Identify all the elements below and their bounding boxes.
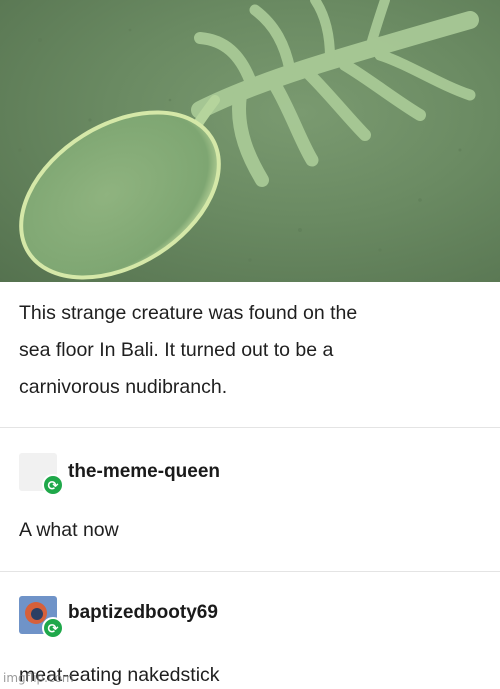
reblog-entry: ⟳ baptizedbooty69 meat-eating nakedstick: [0, 572, 500, 689]
reblog-username[interactable]: the-meme-queen: [68, 461, 220, 483]
reblog-icon: ⟳: [42, 617, 64, 639]
post-caption: This strange creature was found on the s…: [19, 295, 479, 406]
avatar-dark-circle-shape: [31, 608, 43, 620]
caption-line: sea floor In Bali. It turned out to be a: [19, 339, 334, 361]
reblog-comment: A what now: [19, 519, 119, 541]
reblog-username[interactable]: baptizedbooty69: [68, 602, 218, 624]
caption-line: carnivorous nudibranch.: [19, 376, 228, 398]
caption-line: This strange creature was found on the: [19, 302, 358, 324]
reblog-icon: ⟳: [42, 474, 64, 496]
creature-illustration: [18, 0, 482, 280]
watermark: imgflip.com: [3, 671, 74, 685]
creature-photo: [0, 0, 500, 282]
avatar[interactable]: ⟳: [19, 596, 64, 639]
avatar[interactable]: ⟳: [19, 453, 64, 496]
reblog-entry: ⟳ the-meme-queen A what now: [0, 428, 500, 571]
